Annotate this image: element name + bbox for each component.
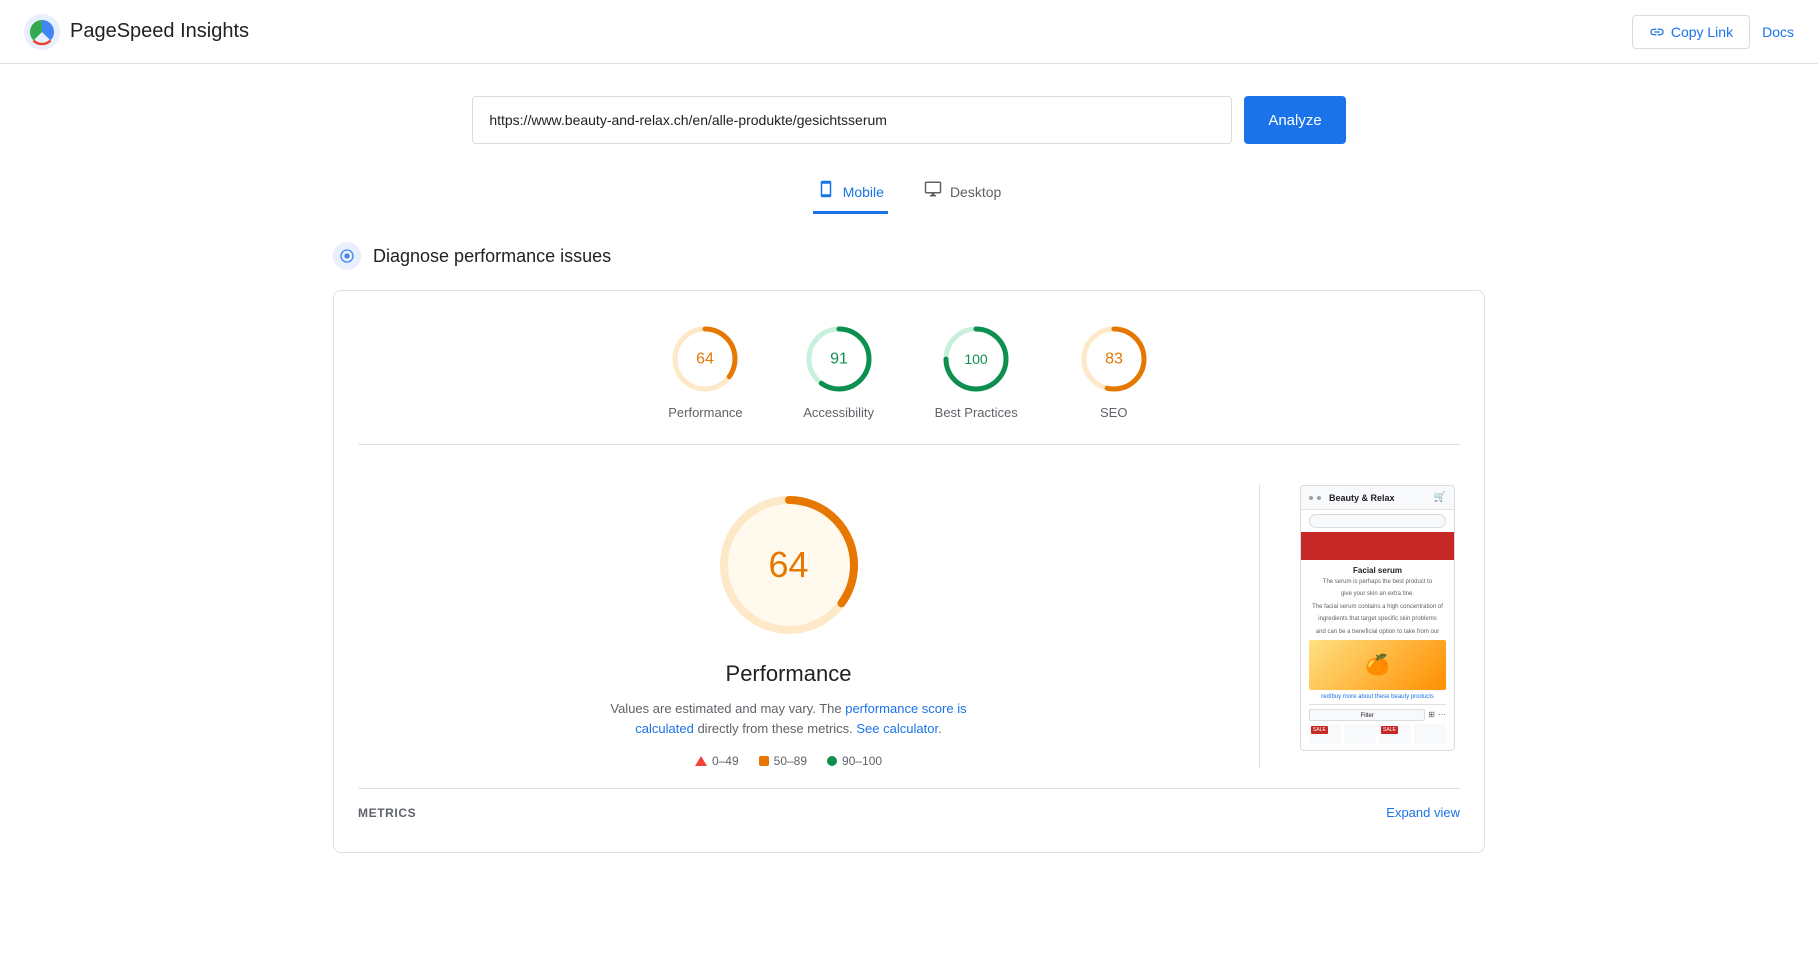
docs-link[interactable]: Docs bbox=[1762, 24, 1794, 40]
device-tabs: Mobile Desktop bbox=[333, 172, 1485, 214]
mockup-brand: Beauty & Relax bbox=[1329, 493, 1395, 503]
score-item-performance[interactable]: 64 Performance bbox=[668, 323, 742, 420]
analyze-button[interactable]: Analyze bbox=[1244, 96, 1345, 144]
fail-icon bbox=[695, 756, 707, 766]
desktop-icon bbox=[924, 180, 942, 203]
mockup-body: Facial serum The serum is perhaps the be… bbox=[1301, 560, 1454, 750]
seo-label: SEO bbox=[1100, 405, 1127, 420]
legend-item-pass: 90–100 bbox=[827, 754, 882, 768]
mockup-banner bbox=[1301, 532, 1454, 560]
mockup-more-icon: ⋯ bbox=[1438, 710, 1446, 719]
mobile-icon bbox=[817, 180, 835, 203]
diagnose-header: Diagnose performance issues bbox=[333, 242, 1485, 270]
copy-link-label: Copy Link bbox=[1671, 24, 1733, 40]
score-item-seo[interactable]: 83 SEO bbox=[1078, 323, 1150, 420]
average-range: 50–89 bbox=[774, 754, 807, 768]
mockup-product-image bbox=[1309, 640, 1446, 690]
url-input[interactable] bbox=[472, 96, 1232, 144]
pagespeed-logo-icon bbox=[24, 14, 60, 50]
perf-calculator-link[interactable]: See calculator bbox=[856, 721, 938, 736]
best-practices-label: Best Practices bbox=[935, 405, 1018, 420]
best-practices-circle: 100 bbox=[940, 323, 1012, 395]
header-left: PageSpeed Insights bbox=[24, 14, 249, 50]
accessibility-label: Accessibility bbox=[803, 405, 874, 420]
svg-text:100: 100 bbox=[965, 351, 989, 367]
performance-left: 64 Performance Values are estimated and … bbox=[358, 485, 1219, 768]
screenshot-mockup: Beauty & Relax 🛒 Facial serum The serum … bbox=[1300, 485, 1455, 751]
url-section: Analyze bbox=[333, 96, 1485, 144]
scores-row: 64 Performance 91 Accessibility bbox=[358, 323, 1460, 445]
score-item-accessibility[interactable]: 91 Accessibility bbox=[803, 323, 875, 420]
mockup-product-card-2 bbox=[1344, 724, 1376, 744]
performance-detail-section: 64 Performance Values are estimated and … bbox=[358, 469, 1460, 768]
large-performance-circle: 64 bbox=[709, 485, 869, 645]
mockup-products-row: SALE SALE bbox=[1309, 724, 1446, 744]
desktop-tab-label: Desktop bbox=[950, 184, 1001, 200]
expand-view-link[interactable]: Expand view bbox=[1386, 805, 1460, 820]
mockup-search-bar bbox=[1309, 514, 1446, 528]
pass-icon bbox=[827, 756, 837, 766]
app-title: PageSpeed Insights bbox=[70, 20, 249, 43]
mockup-menu-icon bbox=[1309, 496, 1313, 500]
mockup-filter-button: Filter bbox=[1309, 709, 1425, 721]
diagnose-title: Diagnose performance issues bbox=[373, 246, 611, 267]
mockup-product-desc2: give your skin an extra tine. bbox=[1309, 590, 1446, 598]
mockup-filter-row: Filter ⊞ ⋯ bbox=[1309, 704, 1446, 721]
metrics-label: METRICS bbox=[358, 806, 416, 820]
main-content: Analyze Mobile Desktop Diagnose performa… bbox=[309, 64, 1509, 885]
mockup-cart-icon: 🛒 bbox=[1434, 492, 1446, 503]
legend-item-fail: 0–49 bbox=[695, 754, 739, 768]
mockup-product-card-3: SALE bbox=[1379, 724, 1411, 744]
large-score-value: 64 bbox=[768, 544, 808, 586]
performance-right: Beauty & Relax 🛒 Facial serum The serum … bbox=[1300, 485, 1460, 768]
perf-desc-prefix: Values are estimated and may vary. The bbox=[610, 701, 845, 716]
copy-link-button[interactable]: Copy Link bbox=[1632, 15, 1750, 49]
fail-range: 0–49 bbox=[712, 754, 739, 768]
perf-desc-suffix: . bbox=[938, 721, 942, 736]
seo-circle: 83 bbox=[1078, 323, 1150, 395]
mockup-product-desc5: and can be a beneficial option to take f… bbox=[1309, 628, 1446, 636]
performance-description: Values are estimated and may vary. The p… bbox=[609, 699, 969, 738]
mockup-grid-icon: ⊞ bbox=[1428, 710, 1435, 719]
average-icon bbox=[759, 756, 769, 766]
score-legend: 0–49 50–89 90–100 bbox=[695, 754, 882, 768]
mockup-product-desc4: ingredients that target specific skin pr… bbox=[1309, 615, 1446, 623]
performance-circle: 64 bbox=[669, 323, 741, 395]
mockup-sale-badge-3: SALE bbox=[1381, 726, 1398, 734]
mockup-product-desc3: The facial serum contains a high concent… bbox=[1309, 603, 1446, 611]
svg-text:91: 91 bbox=[830, 351, 848, 368]
mockup-product-card-4 bbox=[1414, 724, 1446, 744]
pass-range: 90–100 bbox=[842, 754, 882, 768]
vertical-divider bbox=[1259, 485, 1260, 768]
metrics-row: METRICS Expand view bbox=[358, 788, 1460, 820]
scores-card: 64 Performance 91 Accessibility bbox=[333, 290, 1485, 853]
header: PageSpeed Insights Copy Link Docs bbox=[0, 0, 1818, 64]
diagnose-icon bbox=[333, 242, 361, 270]
performance-detail-title: Performance bbox=[726, 661, 852, 687]
perf-desc-middle: directly from these metrics. bbox=[694, 721, 857, 736]
link-icon bbox=[1649, 24, 1665, 40]
mockup-sale-badge-1: SALE bbox=[1311, 726, 1328, 734]
legend-item-average: 50–89 bbox=[759, 754, 807, 768]
mockup-product-title: Facial serum bbox=[1309, 566, 1446, 575]
mockup-product-card-1: SALE bbox=[1309, 724, 1341, 744]
mockup-product-desc1: The serum is perhaps the best product to bbox=[1309, 578, 1446, 586]
svg-text:64: 64 bbox=[697, 351, 715, 368]
svg-text:83: 83 bbox=[1105, 351, 1123, 368]
score-item-best-practices[interactable]: 100 Best Practices bbox=[935, 323, 1018, 420]
mockup-header: Beauty & Relax 🛒 bbox=[1301, 486, 1454, 510]
mockup-link: red/buy more about these beauty products bbox=[1309, 694, 1446, 700]
mockup-user-icon bbox=[1317, 496, 1321, 500]
tab-mobile[interactable]: Mobile bbox=[813, 172, 888, 214]
accessibility-circle: 91 bbox=[803, 323, 875, 395]
mobile-tab-label: Mobile bbox=[843, 184, 884, 200]
performance-label: Performance bbox=[668, 405, 742, 420]
tab-desktop[interactable]: Desktop bbox=[920, 172, 1005, 214]
header-right: Copy Link Docs bbox=[1632, 15, 1794, 49]
